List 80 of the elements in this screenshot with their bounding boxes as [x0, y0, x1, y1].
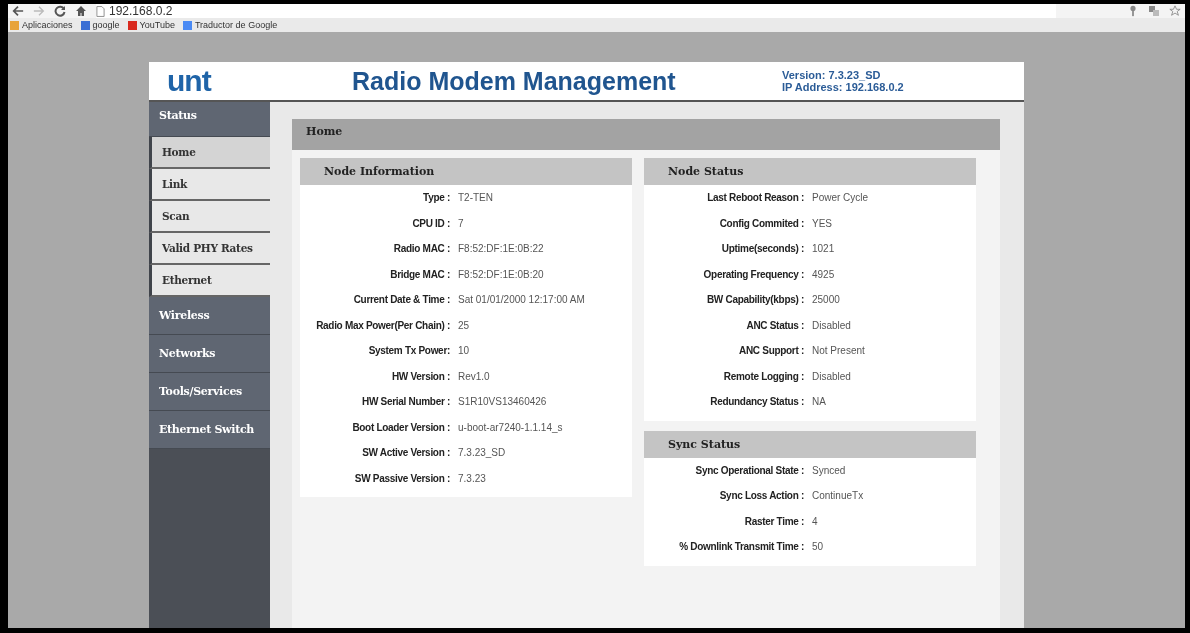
field-label: Remote Logging : [722, 370, 804, 382]
star-icon[interactable] [1169, 5, 1181, 17]
field-value: 7 [458, 217, 464, 229]
field-label: Bridge MAC : [389, 268, 450, 280]
field-label: SW Passive Version : [353, 472, 450, 484]
ip-address-text: IP Address: 192.168.0.2 [782, 81, 904, 93]
field-value: Disabled [812, 370, 851, 382]
field-label: Sync Operational State : [694, 464, 804, 476]
field-label: Radio Max Power(Per Chain) : [315, 319, 450, 331]
field-value: 7.3.23_SD [458, 447, 506, 459]
menu-item[interactable]: Home [149, 137, 270, 169]
field-value: S1R10VS13460426 [458, 396, 547, 408]
panel-title: Node Information [300, 158, 632, 185]
menu-item[interactable]: Link [149, 169, 270, 201]
forward-icon[interactable] [33, 5, 45, 17]
field-value: 50 [812, 541, 824, 553]
field-value: 1021 [812, 243, 835, 255]
field-value: ContinueTx [812, 490, 864, 502]
bookmark[interactable]: Traductor de Google [182, 20, 278, 30]
field-value: Sat 01/01/2000 12:17:00 AM [458, 294, 585, 306]
panel-title: Sync Status [644, 430, 976, 458]
home-icon[interactable] [75, 5, 87, 17]
field-value: Rev1.0 [458, 370, 490, 382]
field-value: T2-TEN [458, 192, 493, 204]
field-label: CPU ID : [411, 217, 450, 229]
field-label: Uptime(seconds) : [720, 243, 804, 255]
field-label: Type : [422, 192, 450, 204]
field-label: Config Commited : [718, 217, 804, 229]
field-label: Redundancy Status : [709, 396, 804, 408]
menu-group[interactable]: Status [149, 102, 270, 137]
field-value: F8:52:DF:1E:0B:22 [458, 243, 544, 255]
field-label: % Downlink Transmit Time : [678, 541, 804, 553]
version-text: Version: 7.3.23_SD [782, 69, 882, 81]
field-value: 7.3.23 [458, 472, 486, 484]
field-label: Current Date & Time : [352, 294, 450, 306]
field-value: YES [812, 217, 832, 229]
bookmark[interactable]: google [80, 20, 120, 30]
field-label: SW Active Version : [361, 447, 450, 459]
address-bar[interactable]: 192.168.0.2 [96, 4, 1056, 18]
field-value: 10 [458, 345, 470, 357]
field-value: 4925 [812, 268, 835, 280]
field-label: BW Capability(kbps) : [705, 294, 804, 306]
field-label: Raster Time : [743, 515, 804, 527]
field-label: ANC Support : [738, 345, 804, 357]
field-label: System Tx Power: [367, 345, 450, 357]
page-heading: Radio Modem Management [352, 66, 677, 96]
field-value: u-boot-ar7240-1.1.14_s [458, 421, 563, 433]
back-icon[interactable] [12, 5, 24, 17]
field-value: 25000 [812, 294, 840, 306]
field-label: Boot Loader Version : [351, 421, 450, 433]
menu-group[interactable]: Networks [149, 335, 270, 373]
field-label: Last Reboot Reason : [706, 192, 804, 204]
reload-icon[interactable] [54, 5, 66, 17]
field-label: Operating Frequency : [702, 268, 804, 280]
panel-title: Node Status [644, 158, 976, 185]
translate-icon[interactable] [1148, 5, 1160, 17]
field-value: Power Cycle [812, 192, 869, 204]
logo: unt [167, 64, 213, 98]
menu-item[interactable]: Scan [149, 201, 270, 233]
bookmark[interactable]: Aplicaciones [10, 20, 73, 30]
menu-item[interactable]: Ethernet [149, 265, 270, 297]
menu-group[interactable]: Ethernet Switch [149, 411, 270, 449]
field-value: Not Present [812, 345, 865, 357]
menu-group[interactable]: Wireless [149, 297, 270, 335]
field-label: HW Serial Number : [361, 396, 450, 408]
field-label: HW Version : [390, 370, 450, 382]
field-value: 25 [458, 319, 470, 331]
menu-group[interactable]: Tools/Services [149, 373, 270, 411]
field-label: Radio MAC : [392, 243, 450, 255]
section-title-bar: Home [292, 119, 1000, 150]
bookmark[interactable]: YouTube [127, 20, 175, 30]
field-label: Sync Loss Action : [718, 490, 804, 502]
field-label: ANC Status : [745, 319, 804, 331]
key-icon[interactable] [1127, 5, 1139, 17]
field-value: 4 [812, 515, 818, 527]
field-value: Disabled [812, 319, 851, 331]
field-value: NA [812, 396, 826, 408]
menu-item[interactable]: Valid PHY Rates [149, 233, 270, 265]
field-value: Synced [812, 464, 846, 476]
field-value: F8:52:DF:1E:0B:20 [458, 268, 544, 280]
